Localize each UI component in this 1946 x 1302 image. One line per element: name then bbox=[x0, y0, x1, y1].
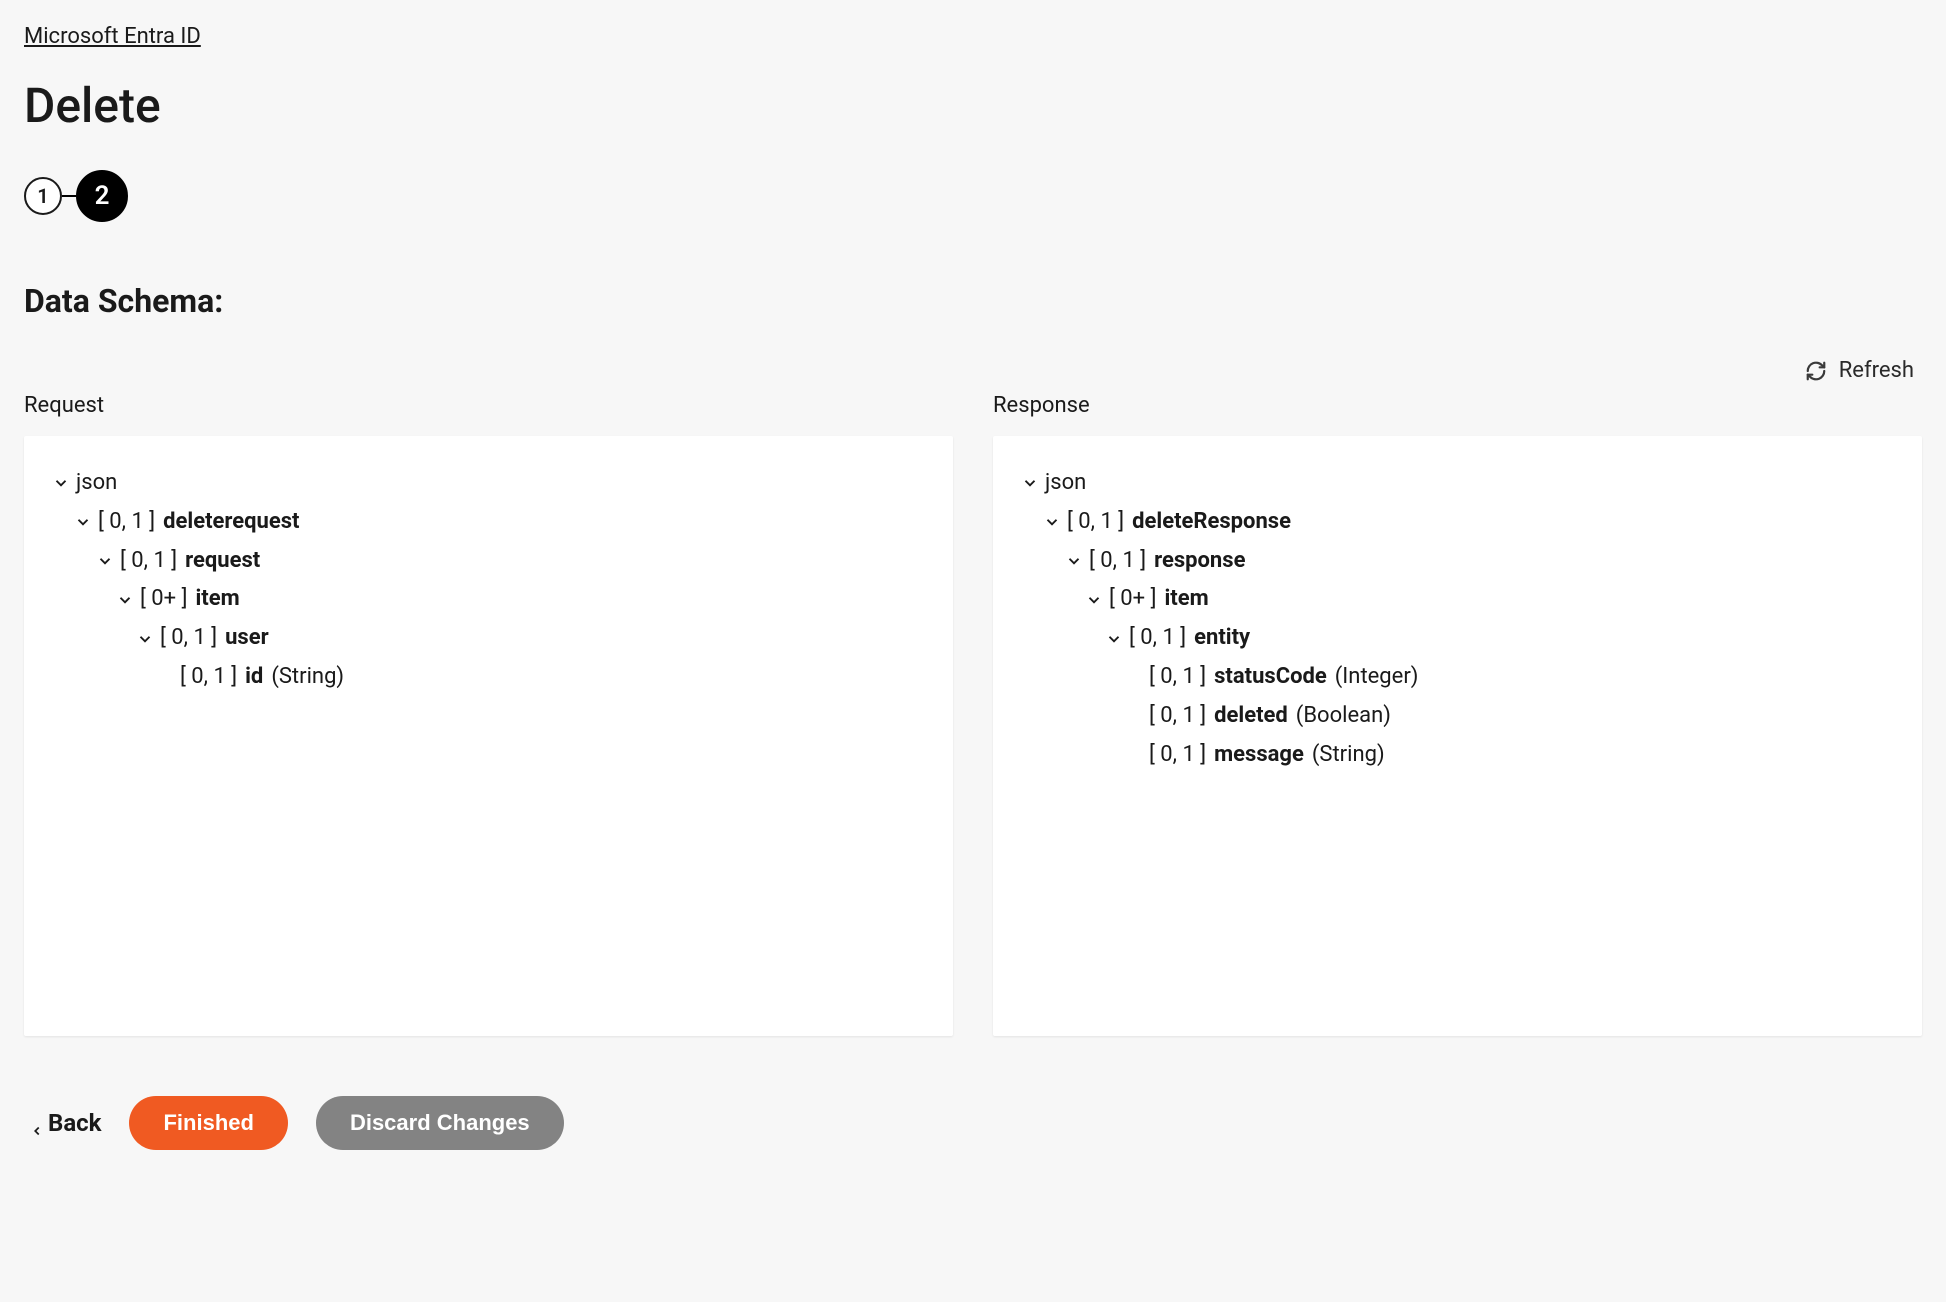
chevron-down-icon bbox=[1065, 552, 1083, 570]
request-column: Request json [ 0, 1 ] deleterequest [ 0,… bbox=[24, 393, 953, 1036]
refresh-icon[interactable] bbox=[1805, 360, 1827, 382]
discard-changes-button[interactable]: Discard Changes bbox=[316, 1096, 564, 1150]
node-name: id bbox=[245, 662, 263, 693]
tree-node[interactable]: [ 0, 1 ] response bbox=[1021, 542, 1894, 581]
tree-node[interactable]: [ 0, 1 ] deleted (Boolean) bbox=[1021, 697, 1894, 736]
node-name: statusCode bbox=[1214, 662, 1327, 693]
cardinality-label: [ 0, 1 ] bbox=[1149, 701, 1206, 732]
chevron-down-icon bbox=[96, 552, 114, 570]
chevron-down-icon bbox=[136, 630, 154, 648]
node-type: (String) bbox=[1312, 740, 1385, 771]
breadcrumb-link[interactable]: Microsoft Entra ID bbox=[24, 24, 201, 49]
finished-button[interactable]: Finished bbox=[129, 1096, 287, 1150]
cardinality-label: [ 0, 1 ] bbox=[120, 546, 177, 577]
tree-node[interactable]: [ 0, 1 ] request bbox=[52, 542, 925, 581]
chevron-down-icon bbox=[116, 591, 134, 609]
step-connector bbox=[62, 195, 76, 197]
tree-node[interactable]: [ 0, 1 ] statusCode (Integer) bbox=[1021, 658, 1894, 697]
cardinality-label: [ 0, 1 ] bbox=[160, 623, 217, 654]
node-name: deleteResponse bbox=[1132, 507, 1291, 538]
tree-node-label: json bbox=[76, 468, 117, 499]
request-label: Request bbox=[24, 393, 953, 418]
back-label: Back bbox=[48, 1109, 101, 1137]
cardinality-label: [ 0, 1 ] bbox=[1089, 546, 1146, 577]
section-heading: Data Schema: bbox=[24, 282, 1922, 320]
node-type: (String) bbox=[271, 662, 344, 693]
footer-actions: Back Finished Discard Changes bbox=[24, 1096, 1922, 1150]
response-column: Response json [ 0, 1 ] deleteResponse [ … bbox=[993, 393, 1922, 1036]
node-name: deleted bbox=[1214, 701, 1288, 732]
cardinality-label: [ 0, 1 ] bbox=[98, 507, 155, 538]
node-name: response bbox=[1154, 546, 1245, 577]
tree-node-json[interactable]: json bbox=[1021, 464, 1894, 503]
node-name: request bbox=[185, 546, 260, 577]
chevron-down-icon bbox=[52, 474, 70, 492]
tree-node[interactable]: [ 0+ ] item bbox=[52, 580, 925, 619]
chevron-down-icon bbox=[1085, 591, 1103, 609]
tree-node[interactable]: [ 0, 1 ] message (String) bbox=[1021, 736, 1894, 775]
cardinality-label: [ 0, 1 ] bbox=[180, 662, 237, 693]
cardinality-label: [ 0+ ] bbox=[1109, 584, 1156, 615]
refresh-button[interactable]: Refresh bbox=[1839, 358, 1914, 383]
stepper: 1 2 bbox=[24, 170, 1922, 222]
chevron-left-icon bbox=[30, 1116, 44, 1130]
node-name: item bbox=[195, 584, 239, 615]
node-name: deleterequest bbox=[163, 507, 299, 538]
node-type: (Integer) bbox=[1335, 662, 1419, 693]
tree-node[interactable]: [ 0, 1 ] deleteResponse bbox=[1021, 503, 1894, 542]
node-name: item bbox=[1164, 584, 1208, 615]
chevron-down-icon bbox=[1105, 630, 1123, 648]
tree-node[interactable]: [ 0, 1 ] user bbox=[52, 619, 925, 658]
cardinality-label: [ 0, 1 ] bbox=[1129, 623, 1186, 654]
step-1[interactable]: 1 bbox=[24, 177, 62, 215]
tree-node[interactable]: [ 0+ ] item bbox=[1021, 580, 1894, 619]
node-name: user bbox=[225, 623, 269, 654]
tree-node[interactable]: [ 0, 1 ] entity bbox=[1021, 619, 1894, 658]
node-type: (Boolean) bbox=[1296, 701, 1391, 732]
tree-node-label: json bbox=[1045, 468, 1086, 499]
tree-node-json[interactable]: json bbox=[52, 464, 925, 503]
chevron-down-icon bbox=[74, 513, 92, 531]
response-label: Response bbox=[993, 393, 1922, 418]
chevron-down-icon bbox=[1043, 513, 1061, 531]
chevron-down-icon bbox=[1021, 474, 1039, 492]
node-name: entity bbox=[1194, 623, 1250, 654]
cardinality-label: [ 0, 1 ] bbox=[1149, 662, 1206, 693]
tree-node[interactable]: [ 0, 1 ] deleterequest bbox=[52, 503, 925, 542]
cardinality-label: [ 0+ ] bbox=[140, 584, 187, 615]
cardinality-label: [ 0, 1 ] bbox=[1149, 740, 1206, 771]
node-name: message bbox=[1214, 740, 1304, 771]
request-panel: json [ 0, 1 ] deleterequest [ 0, 1 ] req… bbox=[24, 436, 953, 1036]
tree-node[interactable]: [ 0, 1 ] id (String) bbox=[52, 658, 925, 697]
back-button[interactable]: Back bbox=[30, 1109, 101, 1137]
step-2[interactable]: 2 bbox=[76, 170, 128, 222]
page-title: Delete bbox=[24, 77, 1922, 134]
cardinality-label: [ 0, 1 ] bbox=[1067, 507, 1124, 538]
response-panel: json [ 0, 1 ] deleteResponse [ 0, 1 ] re… bbox=[993, 436, 1922, 1036]
